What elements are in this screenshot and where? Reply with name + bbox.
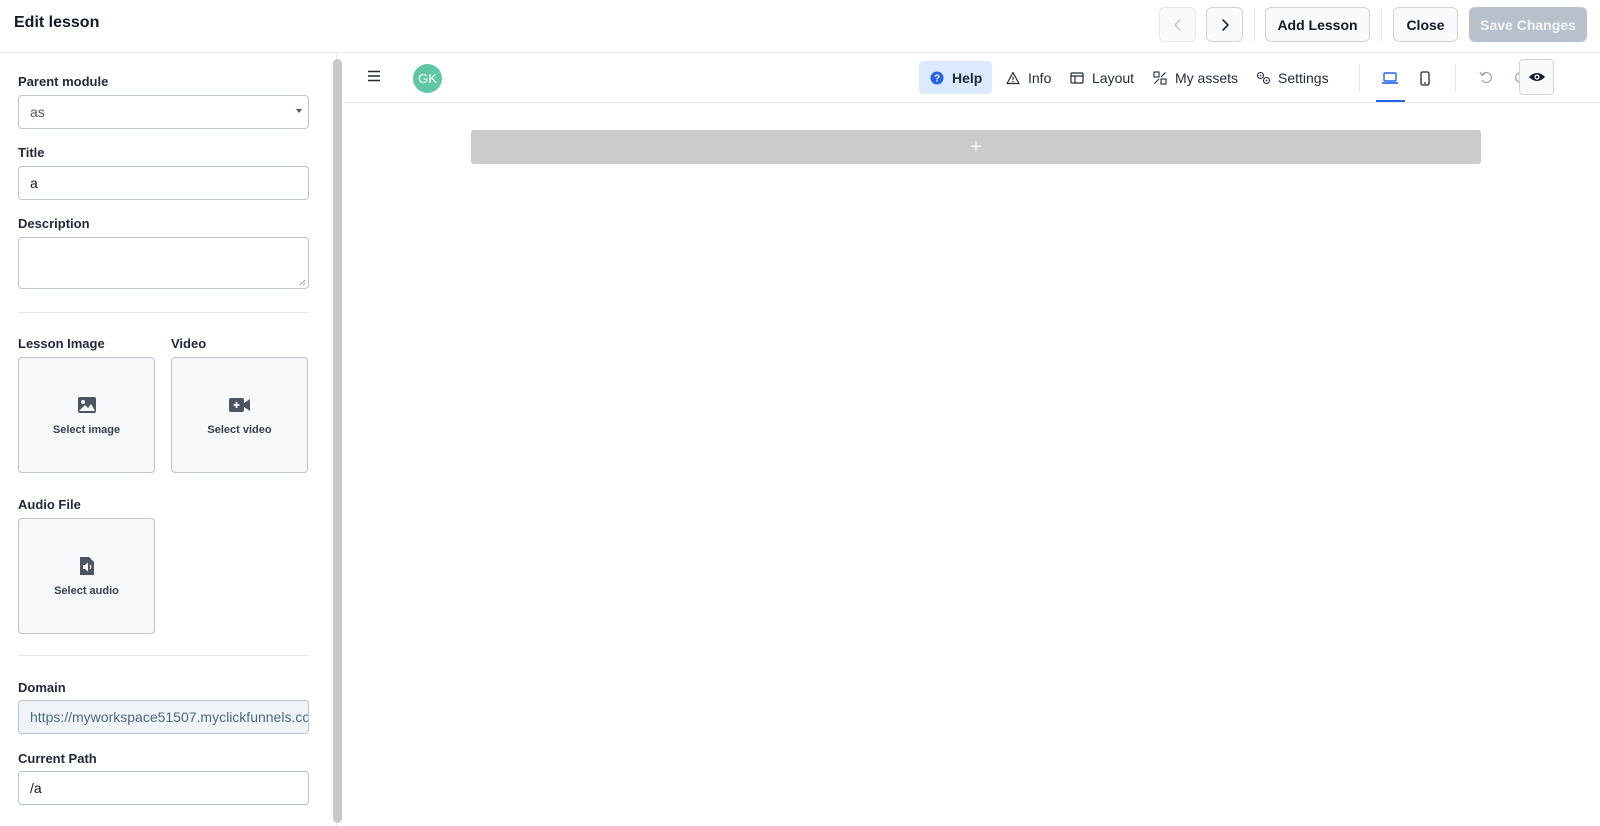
- title-label: Title: [18, 145, 45, 160]
- avatar[interactable]: GK: [413, 64, 442, 93]
- svg-text:?: ?: [934, 73, 940, 84]
- add-lesson-button[interactable]: Add Lesson: [1265, 7, 1370, 42]
- video-camera-icon: [228, 394, 251, 416]
- settings-icon: [1255, 70, 1271, 86]
- panel-scrollbar[interactable]: [333, 59, 342, 823]
- dropdown-caret-icon: [296, 109, 302, 113]
- current-path-value: /a: [30, 780, 42, 796]
- warning-triangle-icon: [1005, 70, 1021, 86]
- plus-icon: +: [970, 135, 982, 158]
- undo-icon: [1479, 71, 1492, 84]
- editor-toolbar: GK ? Help Info Layout My assets Settings: [345, 54, 1600, 103]
- parent-module-value: as: [30, 104, 45, 120]
- active-device-indicator: [1376, 100, 1405, 102]
- select-image-label: Select image: [52, 424, 121, 436]
- title-input[interactable]: a: [18, 166, 309, 200]
- info-button[interactable]: Info: [995, 61, 1061, 94]
- mobile-view-button[interactable]: [1413, 66, 1437, 90]
- previous-lesson-button[interactable]: [1159, 7, 1196, 42]
- toolbar-divider: [1381, 8, 1382, 41]
- menu-icon[interactable]: [366, 68, 382, 84]
- layout-label: Layout: [1092, 69, 1135, 86]
- page-title: Edit lesson: [14, 14, 100, 31]
- video-label: Video: [171, 336, 207, 351]
- layout-icon: [1069, 70, 1085, 86]
- toolbar-divider: [1359, 64, 1360, 92]
- settings-label: Settings: [1278, 69, 1329, 86]
- resize-grip-icon[interactable]: [299, 279, 306, 286]
- chevron-left-icon: [1173, 18, 1181, 31]
- info-label: Info: [1028, 69, 1052, 86]
- undo-button[interactable]: [1476, 67, 1496, 87]
- section-divider: [18, 312, 309, 313]
- title-value: a: [30, 175, 38, 191]
- help-label: Help: [952, 69, 983, 86]
- mobile-phone-icon: [1420, 70, 1430, 86]
- current-path-label: Current Path: [18, 751, 97, 766]
- audio-file-label: Audio File: [18, 497, 81, 512]
- domain-label: Domain: [18, 680, 66, 695]
- select-image-button[interactable]: Select image: [18, 357, 155, 473]
- assets-icon: [1152, 70, 1168, 86]
- close-button[interactable]: Close: [1393, 7, 1458, 42]
- my-assets-label: My assets: [1175, 69, 1239, 86]
- domain-field[interactable]: https://myworkspace51507.myclickfunnels.…: [18, 700, 309, 734]
- toolbar-divider: [1254, 8, 1255, 41]
- domain-value: https://myworkspace51507.myclickfunnels.…: [30, 709, 309, 725]
- layout-button[interactable]: Layout: [1059, 61, 1144, 94]
- image-icon: [76, 394, 98, 416]
- select-audio-button[interactable]: Select audio: [18, 518, 155, 634]
- eye-icon: [1528, 73, 1545, 81]
- select-audio-label: Select audio: [54, 585, 119, 597]
- select-video-button[interactable]: Select video: [171, 357, 308, 473]
- description-textarea[interactable]: [18, 237, 309, 289]
- toolbar-divider: [1455, 64, 1456, 92]
- parent-module-label: Parent module: [18, 74, 109, 89]
- next-lesson-button[interactable]: [1206, 7, 1243, 42]
- select-video-label: Select video: [207, 424, 272, 436]
- lesson-image-label: Lesson Image: [18, 336, 105, 351]
- my-assets-button[interactable]: My assets: [1142, 61, 1248, 94]
- laptop-icon: [1382, 72, 1398, 84]
- section-divider: [18, 655, 309, 656]
- top-bar: Edit lesson Add Lesson Close Save Change…: [0, 0, 1600, 53]
- parent-module-select[interactable]: as: [18, 95, 309, 129]
- save-changes-button[interactable]: Save Changes: [1469, 7, 1587, 42]
- desktop-view-button[interactable]: [1378, 66, 1402, 90]
- settings-button[interactable]: Settings: [1245, 61, 1339, 94]
- chevron-right-icon: [1221, 18, 1229, 31]
- description-label: Description: [18, 216, 90, 231]
- help-button[interactable]: ? Help: [919, 61, 993, 94]
- help-circle-icon: ?: [929, 70, 945, 86]
- audio-file-icon: [76, 555, 98, 577]
- current-path-input[interactable]: /a: [18, 771, 309, 805]
- add-section-bar[interactable]: +: [471, 130, 1481, 164]
- preview-button[interactable]: [1519, 59, 1554, 95]
